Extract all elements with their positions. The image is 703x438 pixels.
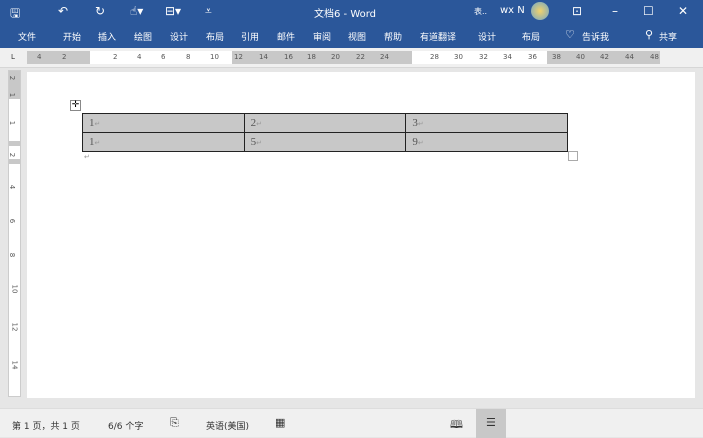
ruler-tick-label: 16 xyxy=(284,53,293,61)
tab-table-design[interactable]: 设计 xyxy=(478,30,496,43)
ruler-tick-label: 30 xyxy=(454,53,463,61)
ruler-tick-label: 10 xyxy=(10,284,19,294)
tab-review[interactable]: 审阅 xyxy=(313,30,331,43)
avatar[interactable] xyxy=(531,2,549,20)
share-button[interactable]: 共享 xyxy=(659,30,677,43)
table-cell[interactable]: 9↵ xyxy=(405,132,568,152)
ruler-tick-label: 14 xyxy=(10,360,19,370)
ruler-tick-label: 12 xyxy=(234,53,243,61)
ruler-tick-label: 4 xyxy=(137,53,142,61)
save-icon[interactable]: 🖫 xyxy=(10,4,20,25)
redo-icon[interactable]: ↻ xyxy=(95,4,105,18)
table-resize-handle[interactable] xyxy=(568,151,578,161)
touch-mode-icon[interactable]: ☝▾ xyxy=(130,4,143,18)
table-cell[interactable]: 2↵ xyxy=(243,113,407,133)
ruler-tick-label: 24 xyxy=(380,53,389,61)
vertical-ruler[interactable]: 2 1 1 2 4 6 8 10 12 14 xyxy=(8,70,21,397)
ruler-tick-label: 28 xyxy=(430,53,439,61)
user-name[interactable]: wx N xyxy=(500,5,525,16)
tab-insert[interactable]: 插入 xyxy=(98,30,116,43)
paragraph-mark: ↵ xyxy=(84,153,90,161)
ruler-tick-label: 22 xyxy=(356,53,365,61)
tab-table-layout[interactable]: 布局 xyxy=(522,30,540,43)
lightbulb-icon: ♡ xyxy=(565,28,575,41)
ruler-tick-label: 36 xyxy=(528,53,537,61)
table-cell[interactable]: 3↵ xyxy=(405,113,568,133)
tab-mailings[interactable]: 邮件 xyxy=(277,30,295,43)
ruler-tick-label: 1 xyxy=(8,92,17,98)
tab-draw[interactable]: 绘图 xyxy=(134,30,152,43)
ruler-tick-label: 6 xyxy=(8,218,17,224)
ruler-tick-label: 8 xyxy=(8,252,17,258)
ribbon-tabs: 文件 开始 插入 绘图 设计 布局 引用 邮件 审阅 视图 帮助 有道翻译 设计… xyxy=(0,23,703,48)
ruler-tick-label: 12 xyxy=(10,322,19,332)
ribbon-display-icon[interactable]: ⊡ xyxy=(572,4,582,18)
table-row: 1↵ 5↵ 9↵ xyxy=(82,132,568,152)
tab-layout[interactable]: 布局 xyxy=(206,30,224,43)
window-title: 文档6 - Word xyxy=(314,9,377,20)
word-count[interactable]: 6/6 个字 xyxy=(108,419,143,432)
undo-icon[interactable]: ↶ xyxy=(58,4,68,18)
share-icon: ⚲ xyxy=(645,28,654,41)
tab-view[interactable]: 视图 xyxy=(348,30,366,43)
ruler-tick-label: 44 xyxy=(625,53,634,61)
ruler-tick-label: 10 xyxy=(210,53,219,61)
tab-references[interactable]: 引用 xyxy=(241,30,259,43)
ruler-tick-label: 4 xyxy=(37,53,42,61)
tab-design[interactable]: 设计 xyxy=(170,30,188,43)
tab-file[interactable]: 文件 xyxy=(18,30,36,43)
page-count[interactable]: 第 1 页，共 1 页 xyxy=(12,419,80,432)
macro-icon[interactable]: ▦ xyxy=(275,416,285,429)
status-bar: 第 1 页，共 1 页 6/6 个字 ⎘ 英语(美国) ▦ 🕮 ☰ xyxy=(0,408,703,438)
proofing-icon[interactable]: ⎘ xyxy=(170,416,179,430)
ruler-tick-label: 1 xyxy=(8,120,17,126)
ruler-tick-label: 38 xyxy=(552,53,561,61)
ruler-tick-label: 32 xyxy=(479,53,488,61)
tell-me-button[interactable]: 告诉我 xyxy=(582,30,609,43)
ruler-tick-label: 14 xyxy=(259,53,268,61)
ruler-tick-label: 34 xyxy=(503,53,512,61)
ruler-tick-label: 2 xyxy=(62,53,67,61)
tab-help[interactable]: 帮助 xyxy=(384,30,402,43)
ruler-tick-label: 4 xyxy=(8,184,17,190)
table-cell[interactable]: 1↵ xyxy=(82,113,245,133)
ruler-tick-label: 8 xyxy=(186,53,191,61)
horizontal-ruler[interactable]: L 4 2 2 4 6 8 10 12 14 16 18 20 22 24 28 30 32 34 36 38 40 42… xyxy=(0,48,703,68)
ruler-tick-label: 18 xyxy=(307,53,316,61)
maximize-icon[interactable]: ☐ xyxy=(643,4,654,18)
tab-youdao[interactable]: 有道翻译 xyxy=(420,30,456,43)
table-icon[interactable]: ⊟▾ xyxy=(165,4,181,18)
minimize-icon[interactable]: – xyxy=(612,4,618,18)
customize-icon[interactable]: ⩡ xyxy=(205,4,212,19)
table[interactable]: 1↵ 2↵ 3↵ 1↵ 5↵ 9↵ xyxy=(82,113,568,152)
ruler-tick-label: 6 xyxy=(161,53,166,61)
language[interactable]: 英语(美国) xyxy=(206,419,249,432)
read-mode-icon[interactable]: 🕮 xyxy=(450,416,463,435)
title-bar: 🖫 ↶ ↻ ☝▾ ⊟▾ ⩡ 文档6 - Word 表.. wx N ⊡ – ☐ … xyxy=(0,0,703,23)
ruler-tick-label: 48 xyxy=(650,53,659,61)
table-tools-label: 表.. xyxy=(474,7,488,16)
print-layout-icon: ☰ xyxy=(486,416,496,429)
ruler-tick-label: 40 xyxy=(576,53,585,61)
ruler-tick-label: 2 xyxy=(113,53,118,61)
table-row: 1↵ 2↵ 3↵ xyxy=(82,113,568,133)
close-icon[interactable]: ✕ xyxy=(678,4,688,18)
ruler-tick-label: 2 xyxy=(8,75,17,81)
ruler-tick-label: 42 xyxy=(600,53,609,61)
table-cell[interactable]: 5↵ xyxy=(243,132,407,152)
ruler-tick-label: 2 xyxy=(8,152,17,158)
table-move-handle-icon[interactable]: ✛ xyxy=(70,100,81,111)
table-cell[interactable]: 1↵ xyxy=(82,132,245,152)
tab-selector-icon[interactable]: L xyxy=(11,53,15,61)
ruler-tick-label: 20 xyxy=(331,53,340,61)
tab-home[interactable]: 开始 xyxy=(63,30,81,43)
